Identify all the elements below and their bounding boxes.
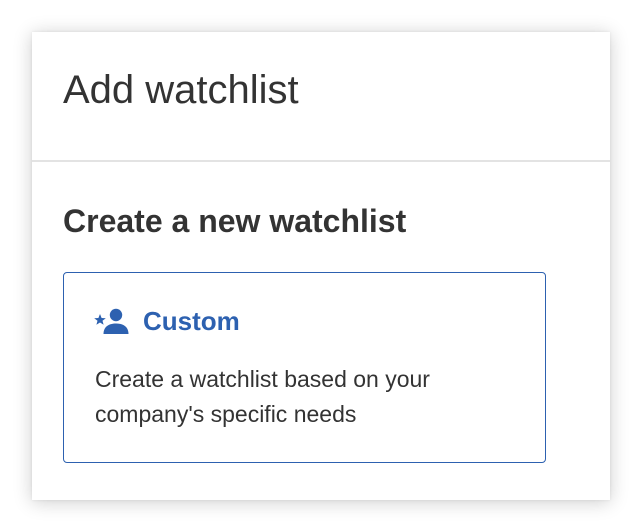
starred-person-icon (94, 307, 130, 335)
option-header: Custom (94, 305, 240, 337)
dialog-title: Add watchlist (63, 68, 299, 112)
option-description: Create a watchlist based on your company… (95, 366, 430, 427)
section-title: Create a new watchlist (63, 203, 407, 239)
option-title: Custom (143, 306, 240, 336)
dialog-header: Add watchlist (32, 32, 610, 162)
add-watchlist-dialog: Add watchlist Create a new watchlist Cus… (32, 32, 610, 500)
custom-watchlist-option[interactable]: Custom Create a watchlist based on your … (63, 272, 546, 463)
